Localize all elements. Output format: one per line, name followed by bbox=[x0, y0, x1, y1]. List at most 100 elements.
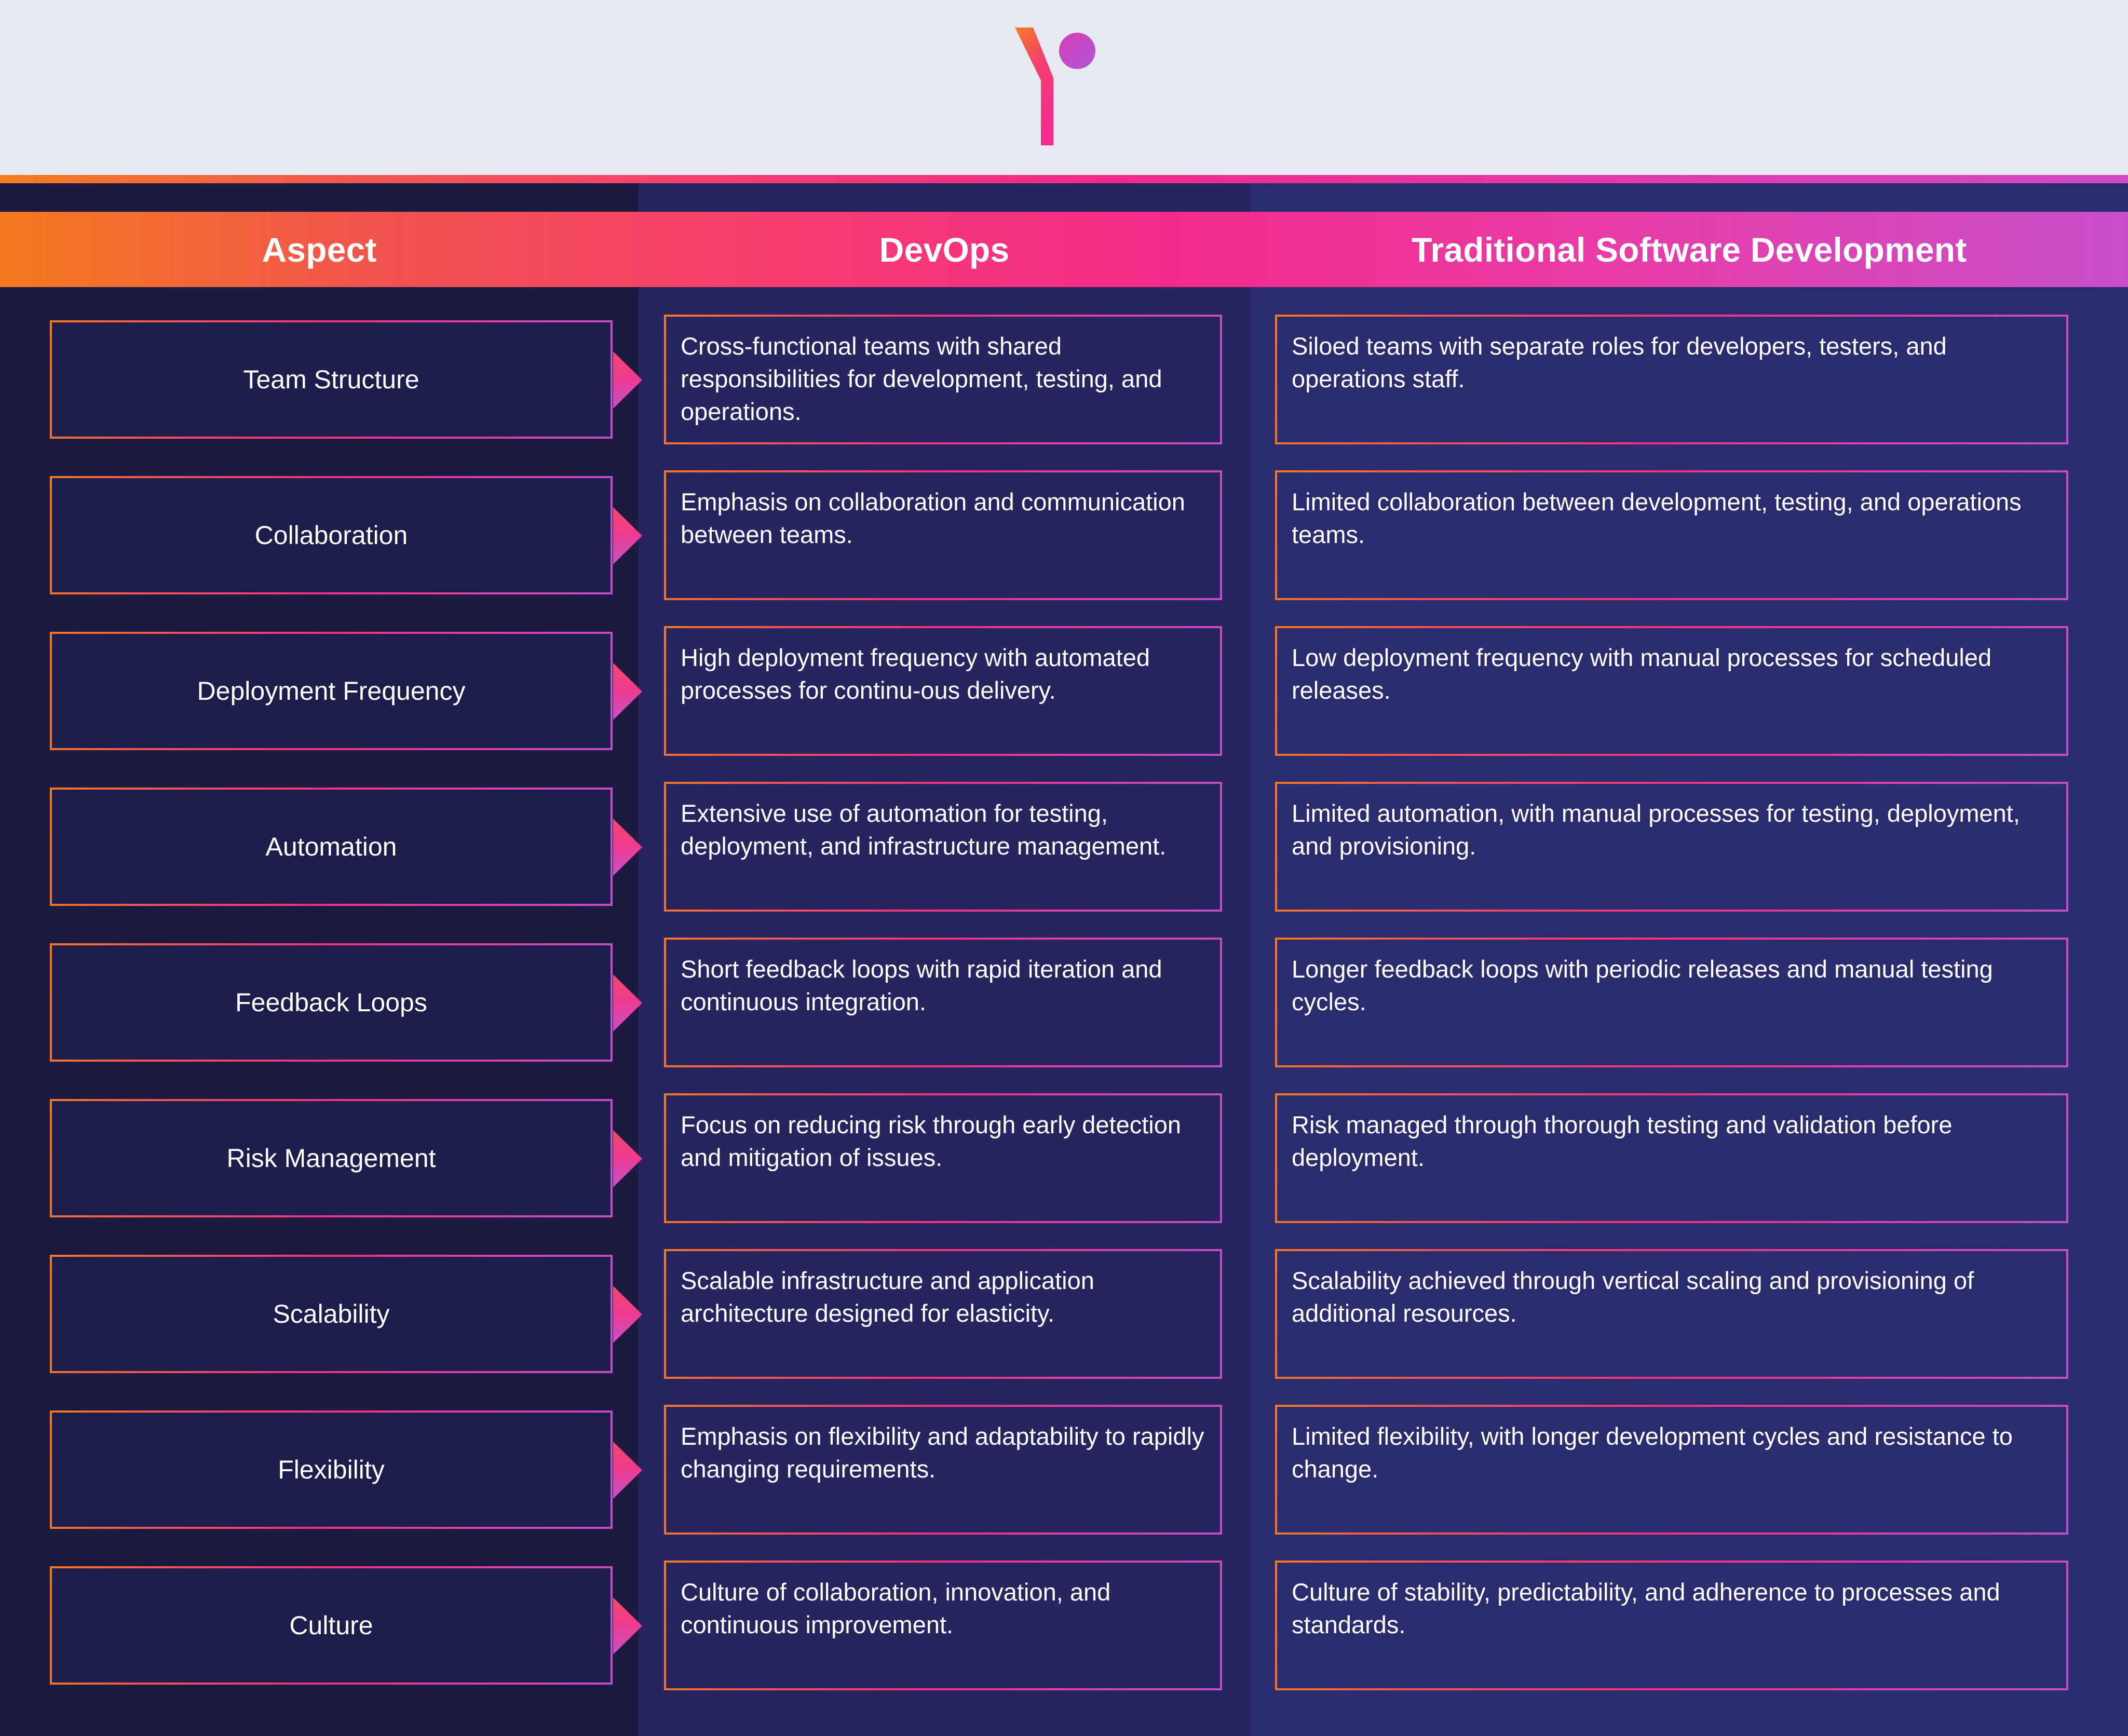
header-cell-aspect: Aspect bbox=[262, 230, 377, 269]
aspect-label: Automation bbox=[265, 832, 397, 861]
traditional-description: Scalability achieved through vertical sc… bbox=[1292, 1267, 1974, 1327]
traditional-description: Longer feedback loops with periodic rele… bbox=[1292, 955, 1993, 1015]
chevron-right-icon bbox=[613, 1130, 642, 1187]
table-row: Team Structure Cross-functional teams wit… bbox=[0, 287, 2128, 443]
chevron-right-icon bbox=[613, 663, 642, 720]
aspect-card[interactable]: Deployment Frequency bbox=[50, 632, 613, 750]
cell-aspect: Culture bbox=[0, 1533, 642, 1689]
chevron-right-icon bbox=[613, 1442, 642, 1499]
traditional-description: Risk managed through thorough testing an… bbox=[1292, 1111, 1953, 1171]
cell-traditional: Limited automation, with manual processe… bbox=[1250, 754, 2128, 910]
cell-devops: Emphasis on flexibility and adaptability… bbox=[639, 1377, 1892, 1535]
chevron-right-icon bbox=[613, 819, 642, 876]
comparison-table-body: Team Structure Cross-functional teams wit… bbox=[0, 287, 2128, 1689]
devops-description: High deployment frequency with automated… bbox=[681, 644, 1150, 704]
aspect-card[interactable]: Culture bbox=[50, 1566, 613, 1685]
cell-traditional: Scalability achieved through vertical sc… bbox=[1250, 1222, 2128, 1377]
brand-y-logo bbox=[1010, 26, 1114, 145]
devops-description: Culture of collaboration, innovation, an… bbox=[681, 1578, 1111, 1638]
aspect-card[interactable]: Automation bbox=[50, 788, 613, 906]
devops-description: Scalable infrastructure and application … bbox=[681, 1267, 1094, 1327]
traditional-description: Limited flexibility, with longer develop… bbox=[1292, 1422, 2013, 1483]
devops-card[interactable]: Scalable infrastructure and application … bbox=[664, 1249, 1222, 1379]
chevron-right-icon bbox=[613, 507, 642, 564]
devops-card[interactable]: Focus on reducing risk through early det… bbox=[664, 1093, 1222, 1223]
devops-description: Short feedback loops with rapid iteratio… bbox=[681, 955, 1162, 1015]
cell-traditional: Limited flexibility, with longer develop… bbox=[1250, 1377, 2128, 1533]
aspect-label: Feedback Loops bbox=[235, 988, 427, 1017]
aspect-card[interactable]: Scalability bbox=[50, 1255, 613, 1373]
table-row: Flexibility Emphasis on flexibility and a… bbox=[0, 1377, 2128, 1533]
aspect-label: Team Structure bbox=[243, 365, 419, 394]
cell-aspect: Deployment Frequency bbox=[0, 599, 642, 754]
devops-card[interactable]: Short feedback loops with rapid iteratio… bbox=[664, 938, 1222, 1067]
table-row: Deployment Frequency High deployment freq… bbox=[0, 599, 2128, 754]
devops-description: Cross-functional teams with shared respo… bbox=[681, 332, 1162, 425]
cell-aspect: Automation bbox=[0, 754, 642, 910]
aspect-card[interactable]: Collaboration bbox=[50, 476, 613, 594]
aspect-label: Flexibility bbox=[278, 1455, 385, 1484]
logo-band bbox=[0, 0, 2128, 175]
cell-devops: Emphasis on collaboration and communicat… bbox=[639, 443, 1892, 600]
traditional-description: Siloed teams with separate roles for dev… bbox=[1292, 332, 1947, 392]
table-row: Collaboration Emphasis on collaboration a… bbox=[0, 443, 2128, 599]
traditional-description: Low deployment frequency with manual pro… bbox=[1292, 644, 1992, 704]
aspect-label: Deployment Frequency bbox=[197, 676, 466, 706]
devops-card[interactable]: Culture of collaboration, innovation, an… bbox=[664, 1561, 1222, 1690]
traditional-card[interactable]: Scalability achieved through vertical sc… bbox=[1275, 1249, 2068, 1379]
devops-description: Emphasis on collaboration and communicat… bbox=[681, 488, 1185, 548]
traditional-card[interactable]: Siloed teams with separate roles for dev… bbox=[1275, 315, 2068, 444]
cell-devops: Scalable infrastructure and application … bbox=[639, 1222, 1892, 1379]
cell-aspect: Feedback Loops bbox=[0, 910, 642, 1066]
traditional-description: Culture of stability, predictability, an… bbox=[1292, 1578, 2000, 1638]
devops-description: Extensive use of automation for testing,… bbox=[681, 799, 1167, 860]
traditional-card[interactable]: Limited automation, with manual processe… bbox=[1275, 782, 2068, 912]
cell-devops: High deployment frequency with automated… bbox=[639, 599, 1892, 756]
cell-traditional: Limited collaboration between developmen… bbox=[1250, 443, 2128, 599]
cell-traditional: Longer feedback loops with periodic rele… bbox=[1250, 910, 2128, 1066]
devops-card[interactable]: Cross-functional teams with shared respo… bbox=[664, 315, 1222, 444]
table-row: Scalability Scalable infrastructure and a… bbox=[0, 1222, 2128, 1377]
aspect-card[interactable]: Feedback Loops bbox=[50, 943, 613, 1062]
cell-devops: Extensive use of automation for testing,… bbox=[639, 754, 1892, 912]
chevron-right-icon bbox=[613, 1597, 642, 1654]
traditional-card[interactable]: Limited collaboration between developmen… bbox=[1275, 470, 2068, 600]
traditional-card[interactable]: Limited flexibility, with longer develop… bbox=[1275, 1405, 2068, 1535]
aspect-label: Culture bbox=[289, 1611, 373, 1640]
header-cell-traditional: Traditional Software Development bbox=[1411, 230, 1967, 269]
header-cell-devops: DevOps bbox=[879, 230, 1010, 269]
cell-devops: Cross-functional teams with shared respo… bbox=[639, 287, 1892, 444]
chevron-right-icon bbox=[613, 351, 642, 409]
table-row: Feedback Loops Short feedback loops with … bbox=[0, 910, 2128, 1066]
traditional-card[interactable]: Culture of stability, predictability, an… bbox=[1275, 1561, 2068, 1690]
cell-devops: Culture of collaboration, innovation, an… bbox=[639, 1533, 1892, 1690]
aspect-card[interactable]: Team Structure bbox=[50, 320, 613, 439]
chevron-right-icon bbox=[613, 1286, 642, 1343]
cell-aspect: Scalability bbox=[0, 1222, 642, 1377]
traditional-card[interactable]: Longer feedback loops with periodic rele… bbox=[1275, 938, 2068, 1067]
traditional-description: Limited collaboration between developmen… bbox=[1292, 488, 2022, 548]
devops-card[interactable]: Extensive use of automation for testing,… bbox=[664, 782, 1222, 912]
devops-card[interactable]: Emphasis on collaboration and communicat… bbox=[664, 470, 1222, 600]
cell-traditional: Risk managed through thorough testing an… bbox=[1250, 1066, 2128, 1222]
devops-card[interactable]: High deployment frequency with automated… bbox=[664, 626, 1222, 756]
traditional-card[interactable]: Low deployment frequency with manual pro… bbox=[1275, 626, 2068, 756]
devops-card[interactable]: Emphasis on flexibility and adaptability… bbox=[664, 1405, 1222, 1535]
table-header-row: Aspect DevOps Traditional Software Devel… bbox=[0, 212, 2128, 287]
cell-devops: Focus on reducing risk through early det… bbox=[639, 1066, 1892, 1223]
aspect-card[interactable]: Flexibility bbox=[50, 1410, 613, 1529]
cell-aspect: Team Structure bbox=[0, 287, 642, 443]
cell-aspect: Flexibility bbox=[0, 1377, 642, 1533]
table-row: Automation Extensive use of automation fo… bbox=[0, 754, 2128, 910]
aspect-label: Collaboration bbox=[254, 521, 408, 550]
cell-traditional: Culture of stability, predictability, an… bbox=[1250, 1533, 2128, 1689]
traditional-description: Limited automation, with manual processe… bbox=[1292, 799, 2020, 860]
table-row: Culture Culture of collaboration, innovat… bbox=[0, 1533, 2128, 1689]
aspect-label: Risk Management bbox=[226, 1144, 436, 1173]
devops-description: Focus on reducing risk through early det… bbox=[681, 1111, 1182, 1171]
cell-traditional: Low deployment frequency with manual pro… bbox=[1250, 599, 2128, 754]
traditional-card[interactable]: Risk managed through thorough testing an… bbox=[1275, 1093, 2068, 1223]
aspect-card[interactable]: Risk Management bbox=[50, 1099, 613, 1217]
cell-devops: Short feedback loops with rapid iteratio… bbox=[639, 910, 1892, 1067]
cell-aspect: Collaboration bbox=[0, 443, 642, 599]
